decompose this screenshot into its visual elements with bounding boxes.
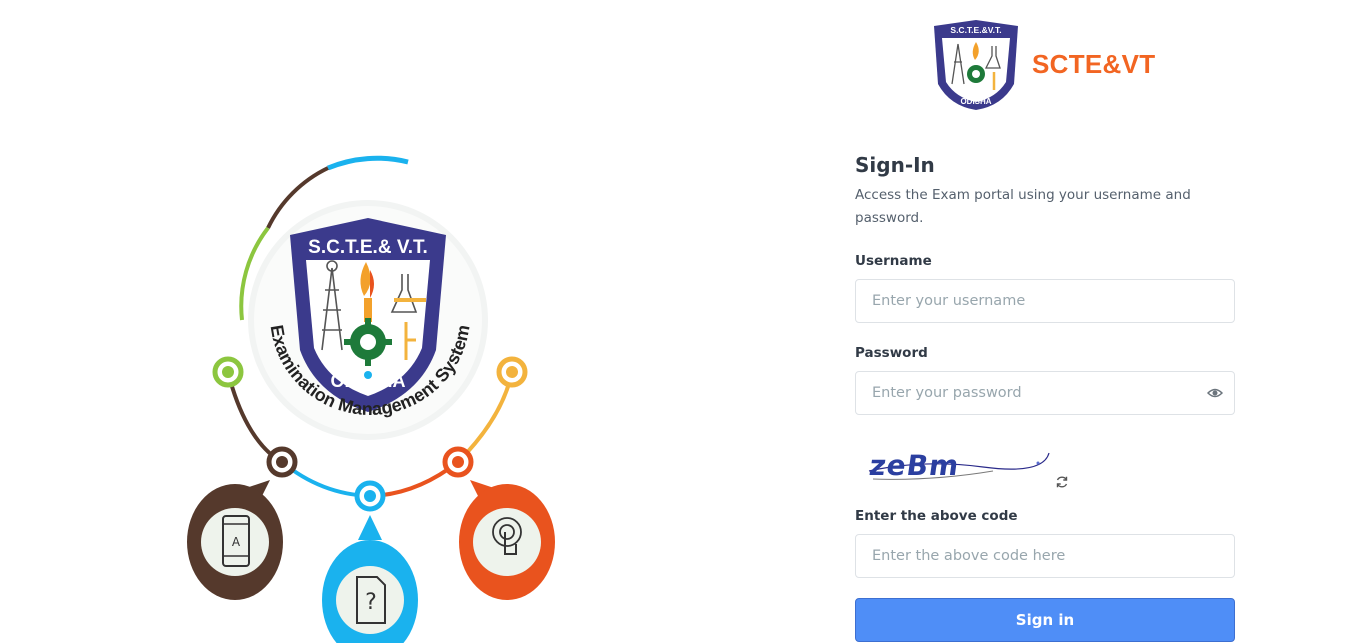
page-title: Sign-In [855, 153, 935, 177]
password-input[interactable] [855, 371, 1235, 415]
captcha-row: zeBm [855, 441, 1235, 503]
brand-name: SCTE&VT [1032, 48, 1156, 79]
username-input[interactable] [855, 279, 1235, 323]
refresh-captcha-icon[interactable] [1055, 475, 1069, 489]
svg-text:A: A [232, 535, 241, 549]
captcha-text: zeBm [867, 449, 961, 482]
touch-icon [459, 480, 555, 600]
signin-form: Sign-In Access the Exam portal using you… [855, 152, 1235, 642]
login-page: S.C.T.E.& V.T. ODI SHA Examination Manag… [0, 0, 1366, 643]
logo-top-text: S.C.T.E.&V.T. [950, 25, 1001, 35]
mobile-exam-icon: A [187, 480, 283, 600]
password-field-wrap [855, 371, 1235, 415]
captcha-label: Enter the above code [855, 508, 1018, 524]
signin-subtitle: Access the Exam portal using your userna… [855, 187, 1191, 226]
captcha-field-wrap [855, 534, 1235, 578]
captcha-input[interactable] [855, 534, 1235, 578]
sign-in-button[interactable]: Sign in [855, 598, 1235, 642]
captcha-image: zeBm [867, 449, 1050, 482]
password-label: Password [855, 345, 928, 361]
svg-text:?: ? [365, 590, 377, 615]
logo-bottom-text: ODISHA [960, 97, 991, 106]
exam-system-illustration: S.C.T.E.& V.T. ODI SHA Examination Manag… [187, 155, 555, 643]
show-password-icon[interactable] [1207, 385, 1223, 401]
brand-header: S.C.T.E.&V.T. ODISHA SCTE&VT [930, 18, 1155, 112]
username-label: Username [855, 253, 932, 269]
arc-blue [327, 155, 409, 171]
scte-vt-logo: S.C.T.E.&V.T. ODISHA [934, 20, 1018, 110]
emblem-top-text: S.C.T.E.& V.T. [308, 237, 428, 258]
question-document-icon: ? [322, 515, 418, 643]
username-field-wrap [855, 279, 1235, 323]
